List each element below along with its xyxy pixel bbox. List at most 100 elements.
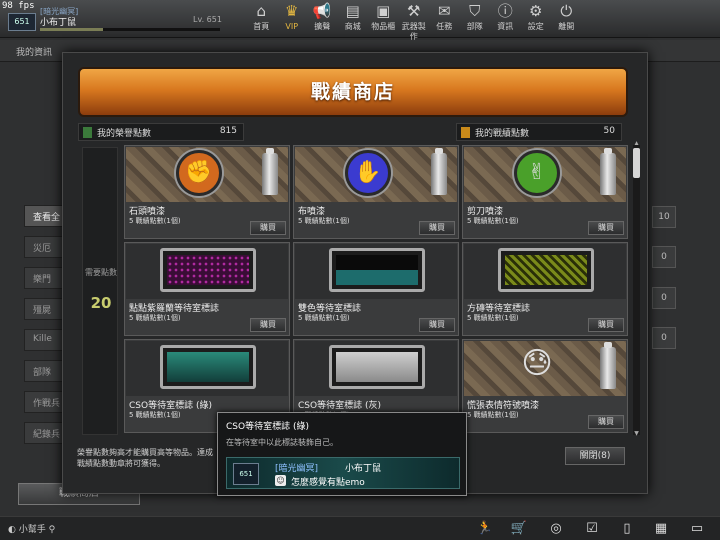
paper-spray-preview: ✋ [295, 147, 457, 202]
emblem-preview [295, 244, 457, 299]
stone-emoji-preview: 😓 [464, 341, 626, 396]
nav-label: 離開 [558, 22, 575, 31]
smiley-icon: ☺ [275, 475, 286, 486]
nav-inventory[interactable]: ▣ 物品櫃 [368, 0, 399, 38]
item-scrollbar[interactable] [633, 145, 640, 435]
fps-counter: 98 fps [2, 1, 35, 11]
buy-button[interactable]: 購買 [419, 221, 455, 235]
settings-icon: ⚙ [529, 2, 543, 20]
buy-button[interactable]: 購買 [588, 415, 624, 429]
shop-item-card[interactable]: ✌ 剪刀噴漆 5 戰績點數(1個) 購買 [462, 145, 628, 239]
close-button[interactable]: 關閉(8) [565, 447, 625, 465]
scissors-spray-icon: ✌ [514, 150, 560, 196]
battle-points-value: 50 [603, 126, 615, 136]
buy-button[interactable]: 購買 [419, 318, 455, 332]
background-value: 10 [652, 206, 676, 228]
xp-bar [40, 28, 220, 31]
run-icon[interactable]: 🏃 [476, 520, 494, 538]
compass-icon[interactable]: ◎ [547, 520, 565, 538]
preview-rank-badge: 651 [233, 463, 259, 485]
nav-clan[interactable]: ⛉ 部隊 [460, 0, 491, 38]
calendar-icon[interactable]: ▦ [652, 520, 670, 538]
buy-button[interactable]: 購買 [588, 221, 624, 235]
shop-item-card[interactable]: 點點紫羅蘭等待室標誌 5 戰績點數(1個) 購買 [124, 242, 290, 336]
nav-store[interactable]: ▤ 商城 [338, 0, 369, 38]
nav-label: 武器製作 [401, 22, 426, 41]
preview-message: 怎麼感覺有點emo [291, 478, 365, 488]
battle-points-label: 我的戰績點數 [475, 129, 530, 139]
nav-settings[interactable]: ⚙ 設定 [521, 0, 552, 38]
nav-weapon-craft[interactable]: ⚒ 武器製作 [399, 0, 430, 41]
rock-spray-preview: ✊ [126, 147, 288, 202]
nav-mission[interactable]: ✉ 任務 [429, 0, 460, 38]
shop-item-card[interactable]: ✋ 布噴漆 5 戰績點數(1個) 購買 [293, 145, 459, 239]
nav-label: 部隊 [466, 22, 483, 31]
shop-item-card[interactable]: 😓 慌張表情符號噴漆 5 戰績點數(1個) 購買 [462, 339, 628, 433]
shop-item-card[interactable]: ✊ 石頭噴漆 5 戰績點數(1個) 購買 [124, 145, 290, 239]
scroll-down-arrow[interactable]: ▼ [633, 431, 640, 437]
background-value: 0 [652, 286, 676, 309]
nav-label: 商城 [344, 22, 361, 31]
background-value: 0 [652, 326, 676, 349]
item-price: 5 戰績點數(1個) [129, 314, 181, 322]
item-price: 5 戰績點數(1個) [298, 314, 350, 322]
item-price: 5 戰績點數(1個) [129, 411, 181, 419]
honor-icon [83, 127, 92, 138]
honor-points-bar: 我的榮譽點數 815 [78, 123, 244, 141]
card-icon[interactable]: ▯ [618, 520, 636, 538]
nav-label: 首頁 [253, 22, 270, 31]
inventory-icon: ▣ [376, 2, 391, 20]
player-level: Lv. 651 [193, 15, 222, 24]
nav-label: 設定 [527, 22, 544, 31]
helper-button[interactable]: ◐ 小幫手 ⚲ [8, 522, 55, 535]
nav-label: 物品櫃 [371, 22, 396, 31]
nav-label: 任務 [436, 22, 453, 31]
item-price: 5 戰績點數(1個) [129, 217, 181, 225]
clan-icon: ⛉ [469, 2, 481, 20]
spray-can-icon [600, 342, 616, 389]
background-value: 0 [652, 246, 676, 269]
main-nav: ⌂ 首頁 ♛ VIP 📢 擴聲 ▤ 商城 ▣ 物品櫃 ⚒ 武器製作 ✉ 任務 ⛉ 部隊 ⓘ 資訊 ⚙ 設定 ⏻ 離開 [246, 0, 582, 41]
scrollbar-thumb[interactable] [633, 148, 640, 178]
crown-icon: ♛ [285, 2, 299, 20]
item-price: 5 戰績點數(1個) [467, 411, 519, 419]
buy-button[interactable]: 購買 [250, 318, 286, 332]
emblem-preview [295, 341, 457, 396]
bottom-bar: ◐ 小幫手 ⚲ 🏃 🛒 ◎ ☑ ▯ ▦ ▭ [0, 516, 720, 540]
exit-icon: ⏻ [560, 2, 573, 20]
honor-label: 我的榮譽點數 [97, 129, 152, 139]
nav-label: 資訊 [497, 22, 514, 31]
home-icon: ⌂ [256, 2, 267, 20]
shop-title: 戰績商店 [78, 67, 628, 117]
cart-icon[interactable]: 🛒 [510, 520, 528, 538]
shop-item-card[interactable]: 雙色等待室標誌 5 戰績點數(1個) 購買 [293, 242, 459, 336]
item-tooltip: CSO等待室標誌 (綠) 在等待室中以此標誌裝飾自己。 651 [暗光幽冥] 小… [217, 412, 467, 496]
tab-my-info[interactable]: 我的資訊 [16, 45, 52, 58]
required-points-value: 20 [90, 294, 112, 312]
item-price: 5 戰績點數(1個) [467, 314, 519, 322]
nav-home[interactable]: ⌂ 首頁 [246, 0, 277, 38]
player-nick: 小布丁鼠 [40, 18, 77, 28]
paper-spray-icon: ✋ [345, 150, 391, 196]
emblem-preview [126, 341, 288, 396]
info-icon: ⓘ [497, 2, 513, 20]
tooltip-preview: 651 [暗光幽冥] 小布丁鼠 ☺ 怎麼感覺有點emo [226, 457, 460, 489]
nav-exit[interactable]: ⏻ 離開 [551, 0, 582, 38]
nav-info[interactable]: ⓘ 資訊 [490, 0, 521, 38]
preview-clan: [暗光幽冥] [275, 464, 319, 474]
nav-crown[interactable]: ♛ VIP [277, 0, 308, 38]
item-price: 5 戰績點數(1個) [467, 217, 519, 225]
buy-button[interactable]: 購買 [588, 318, 624, 332]
helper-label: 小幫手 [18, 525, 46, 535]
nav-megaphone[interactable]: 📢 擴聲 [307, 0, 338, 38]
preview-nick: 小布丁鼠 [345, 464, 382, 474]
item-price: 5 戰績點數(1個) [298, 217, 350, 225]
top-bar: 98 fps 651 [暗光幽冥] 小布丁鼠 Lv. 651 ⌂ 首頁 ♛ VIP 📢 擴… [0, 0, 720, 41]
required-points-label: 需要點數 [85, 268, 117, 277]
checklist-icon[interactable]: ☑ [583, 520, 601, 538]
weapon-craft-icon: ⚒ [407, 2, 421, 20]
item-grid: ✊ 石頭噴漆 5 戰績點數(1個) 購買 ✋ 布噴漆 5 戰績點數(1個) 購買 ✌ 剪刀噴漆 5 … [124, 145, 628, 435]
buy-button[interactable]: 購買 [250, 221, 286, 235]
chat-icon[interactable]: ▭ [688, 520, 706, 538]
shop-item-card[interactable]: 方磚等待室標誌 5 戰績點數(1個) 購買 [462, 242, 628, 336]
